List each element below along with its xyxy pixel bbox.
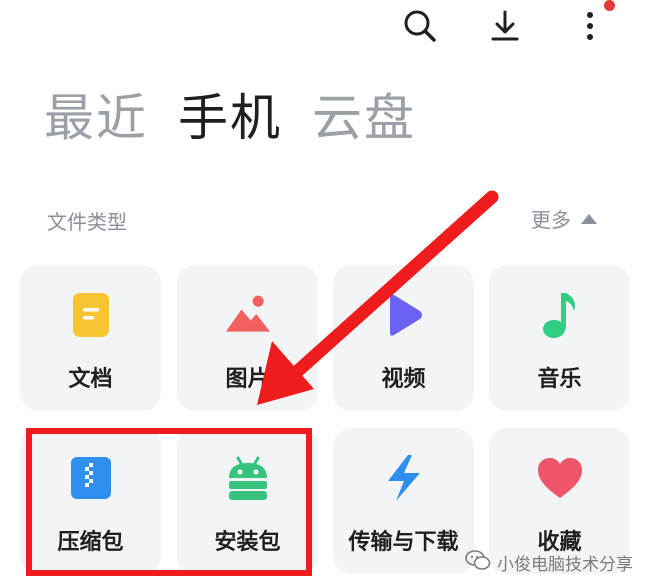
image-icon <box>224 291 272 339</box>
tile-label: 文档 <box>68 367 113 392</box>
section-title-file-types: 文件类型 <box>47 210 127 234</box>
document-icon <box>67 291 115 339</box>
watermark-text: 小俊电脑技术分享 <box>497 555 633 575</box>
file-type-tile-video[interactable]: 视频 <box>333 265 474 411</box>
top-toolbar <box>0 0 650 60</box>
file-type-tile-transfer[interactable]: 传输与下载 <box>333 428 474 574</box>
transfer-bolt-icon <box>380 454 428 502</box>
search-icon[interactable] <box>400 6 440 46</box>
watermark: 小俊电脑技术分享 <box>465 549 633 576</box>
collapse-triangle-icon <box>581 213 597 224</box>
tile-label: 图片 <box>225 367 270 392</box>
heart-icon <box>536 454 584 502</box>
video-play-icon <box>380 291 428 339</box>
file-type-tile-image[interactable]: 图片 <box>177 265 318 411</box>
more-label: 更多 <box>531 208 571 232</box>
annotation-highlight-box <box>26 428 312 576</box>
tab-phone[interactable]: 手机 <box>178 88 282 148</box>
wechat-icon <box>465 549 491 576</box>
notification-dot <box>604 0 615 11</box>
more-vert-icon[interactable] <box>570 6 610 46</box>
file-type-tile-music[interactable]: 音乐 <box>489 265 630 411</box>
download-icon[interactable] <box>485 6 525 46</box>
music-note-icon <box>536 291 584 339</box>
tile-label: 传输与下载 <box>348 530 459 555</box>
file-type-tile-document[interactable]: 文档 <box>20 265 161 411</box>
storage-tabs: 最近 手机 云盘 <box>44 88 416 148</box>
tab-cloud[interactable]: 云盘 <box>312 88 416 148</box>
tab-recent[interactable]: 最近 <box>44 88 148 148</box>
tile-label: 视频 <box>381 367 426 392</box>
more-button[interactable]: 更多 <box>531 204 597 233</box>
tile-label: 音乐 <box>537 367 582 392</box>
